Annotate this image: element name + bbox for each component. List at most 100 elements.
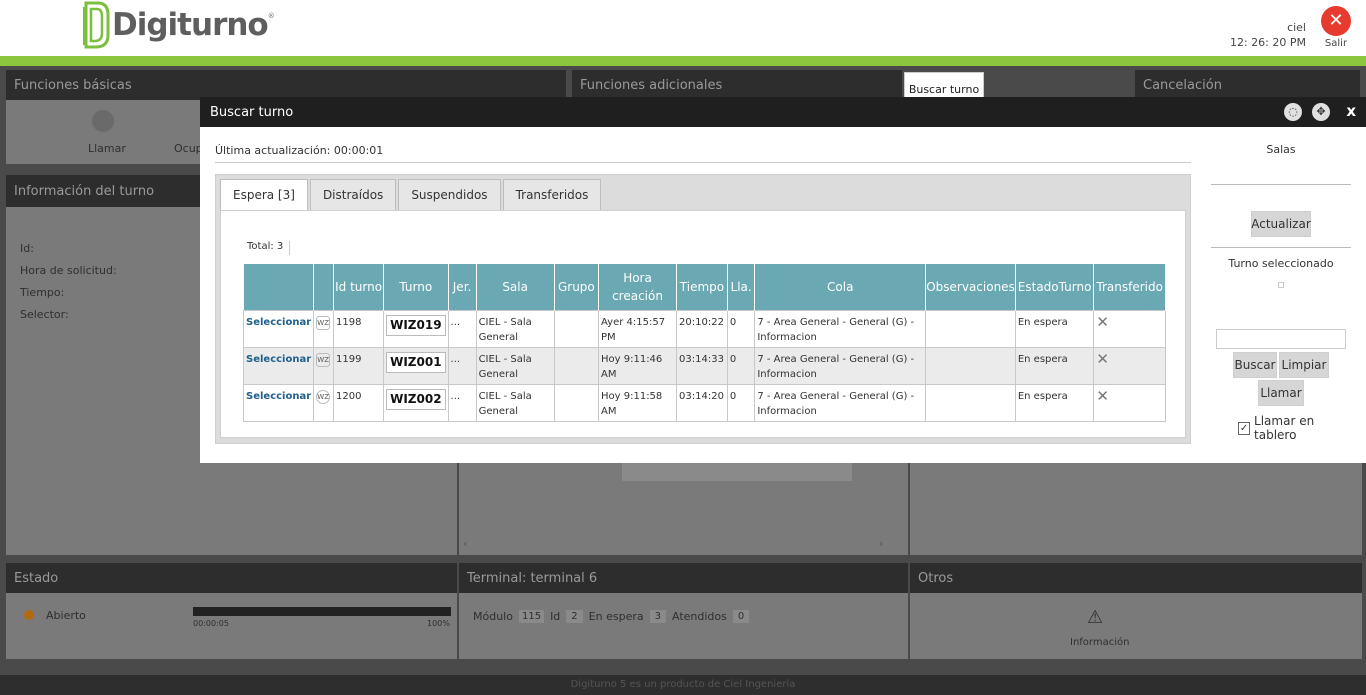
field-tiempo: Tiempo: — [20, 286, 65, 299]
buscar-turno-modal: Buscar turno ◌ ✥ x Última actualización:… — [200, 97, 1366, 463]
llamar-label[interactable]: Llamar — [88, 142, 126, 155]
logo-mark-icon — [83, 1, 110, 49]
cell-id: 1198 — [333, 309, 385, 348]
wz-badge-icon: WZ — [316, 389, 331, 404]
user-info: ciel 12: 26: 20 PM — [1230, 20, 1306, 50]
col-header-estado-turno[interactable]: EstadoTurno — [1015, 264, 1095, 310]
modal-title: Buscar turno — [210, 104, 294, 120]
modulo-label: Módulo — [473, 610, 513, 623]
footer: Digiturno 5 es un producto de Ciel Ingen… — [0, 675, 1366, 695]
table-row[interactable]: Seleccionar WZ 1198 WIZ019 ... CIEL - Sa… — [242, 309, 1166, 348]
estado-title: Estado — [14, 570, 59, 586]
col-header-transferido[interactable]: Transferido — [1093, 264, 1166, 310]
turno-input[interactable] — [1216, 329, 1346, 349]
status-text: Abierto — [46, 609, 86, 622]
scroll-left-icon[interactable]: ‹ — [463, 537, 467, 550]
col-header-turno[interactable]: Turno — [383, 264, 449, 310]
llamar-tablero-label[interactable]: Llamar en tablero — [1254, 414, 1351, 442]
move-icon[interactable]: ✥ — [1312, 103, 1330, 121]
checkbox-icon[interactable]: ✓ — [1238, 421, 1251, 435]
col-header — [313, 264, 335, 310]
results-tab-area: Espera [3] Distraídos Suspendidos Transf… — [215, 174, 1191, 444]
atendidos-label: Atendidos — [671, 610, 727, 623]
close-circle-icon[interactable]: ✕ — [1321, 6, 1351, 36]
select-link[interactable]: Seleccionar — [246, 391, 311, 402]
col-header-jer[interactable]: Jer. — [448, 264, 477, 310]
tab-transferidos[interactable]: Transferidos — [502, 179, 602, 211]
cell-estado: En espera — [1014, 309, 1095, 348]
buscar-button[interactable]: Buscar — [1233, 352, 1277, 378]
scroll-right-icon[interactable]: › — [879, 537, 883, 550]
col-header-id-turno[interactable]: Id turno — [333, 264, 385, 310]
cell-jer: ... — [447, 383, 477, 422]
microphone-icon[interactable] — [92, 110, 114, 132]
col-header-grupo[interactable]: Grupo — [554, 264, 600, 310]
tab-funciones-basicas-label: Funciones básicas — [14, 77, 132, 93]
last-update: Última actualización: 00:00:01 — [215, 144, 384, 157]
tab-funciones-adicionales[interactable]: Funciones adicionales — [572, 70, 902, 100]
select-link[interactable]: Seleccionar — [246, 354, 311, 365]
table-row[interactable]: Seleccionar WZ 1200 WIZ002 ... CIEL - Sa… — [242, 383, 1166, 422]
informacion-label[interactable]: Información — [1070, 637, 1129, 648]
table-header-row: Id turno Turno Jer. Sala Grupo Hora crea… — [243, 264, 1166, 310]
modal-close-button[interactable]: x — [1346, 102, 1356, 120]
actualizar-button[interactable]: Actualizar — [1251, 211, 1311, 237]
llamar-button[interactable]: Llamar — [1258, 380, 1304, 406]
turnos-table: Id turno Turno Jer. Sala Grupo Hora crea… — [242, 264, 1166, 422]
otros-title: Otros — [918, 570, 954, 586]
transferido-x-icon: ✕ — [1096, 386, 1109, 405]
cell-obs — [925, 309, 1016, 348]
info-panel-header: Información del turno — [6, 175, 201, 207]
tab-distraidos[interactable]: Distraídos — [309, 179, 397, 211]
transferido-x-icon: ✕ — [1096, 312, 1109, 331]
tab-espera[interactable]: Espera [3] — [220, 179, 308, 211]
app-header: Digiturno ® ciel 12: 26: 20 PM ✕ Salir — [0, 0, 1366, 56]
col-header-sala[interactable]: Sala — [476, 264, 555, 310]
cell-id: 1200 — [333, 383, 385, 422]
divider — [215, 162, 1191, 163]
llamar-tablero-checkbox[interactable]: ✓ Llamar en tablero — [1238, 414, 1351, 442]
col-header-tiempo[interactable]: Tiempo — [676, 264, 728, 310]
cell-hora: Hoy 9:11:58 AM — [597, 383, 678, 422]
terminal-header: Terminal: terminal 6 — [459, 563, 908, 593]
clock: 12: 26: 20 PM — [1229, 36, 1306, 49]
cell-id: 1199 — [333, 346, 385, 385]
cell-turno: WIZ019 — [386, 314, 446, 336]
col-header-hora-creacion[interactable]: Hora creación — [598, 264, 678, 310]
table-row[interactable]: Seleccionar WZ 1199 WIZ001 ... CIEL - Sa… — [242, 346, 1166, 385]
col-header-lla[interactable]: Lla. — [727, 264, 756, 310]
cell-obs — [925, 346, 1016, 385]
col-header-observaciones[interactable]: Observaciones — [925, 264, 1016, 310]
espera-label: En espera — [588, 610, 644, 623]
estado-panel: Abierto 00:00:05 100% — [6, 593, 457, 659]
col-header-cola[interactable]: Cola — [754, 264, 927, 310]
salas-divider — [1211, 184, 1351, 185]
exit-button[interactable]: ✕ Salir — [1320, 6, 1352, 49]
cell-turno: WIZ001 — [386, 351, 446, 373]
warning-icon[interactable]: ⚠ — [1087, 607, 1103, 628]
select-link[interactable]: Seleccionar — [246, 317, 311, 328]
cell-jer: ... — [447, 346, 477, 385]
transferido-x-icon: ✕ — [1096, 349, 1109, 368]
cell-grupo — [553, 383, 600, 422]
limpiar-button[interactable]: Limpiar — [1279, 352, 1329, 378]
id-label: Id — [550, 610, 561, 623]
hide-icon[interactable]: ◌ — [1284, 103, 1302, 121]
center-panel: ‹ › — [459, 463, 908, 555]
cell-grupo — [553, 309, 600, 348]
field-hora-solicitud: Hora de solicitud: — [20, 264, 117, 277]
tab-funciones-basicas[interactable]: Funciones básicas — [6, 70, 566, 100]
exit-label[interactable]: Salir — [1320, 38, 1352, 49]
info-panel-title: Información del turno — [14, 183, 155, 199]
progress-end: 100% — [427, 619, 450, 628]
tab-cancelacion[interactable]: Cancelación — [1135, 70, 1360, 100]
salas-title: Salas — [1266, 143, 1296, 156]
tab-suspendidos[interactable]: Suspendidos — [398, 179, 501, 211]
side-divider — [1211, 247, 1351, 248]
cell-tiempo: 20:10:22 — [676, 309, 728, 348]
selected-indicator — [1278, 282, 1284, 288]
ocupado-label[interactable]: Ocup — [174, 142, 203, 155]
total-value: 3 — [276, 241, 284, 252]
espera-value: 3 — [649, 610, 666, 623]
estado-header: Estado — [6, 563, 457, 593]
